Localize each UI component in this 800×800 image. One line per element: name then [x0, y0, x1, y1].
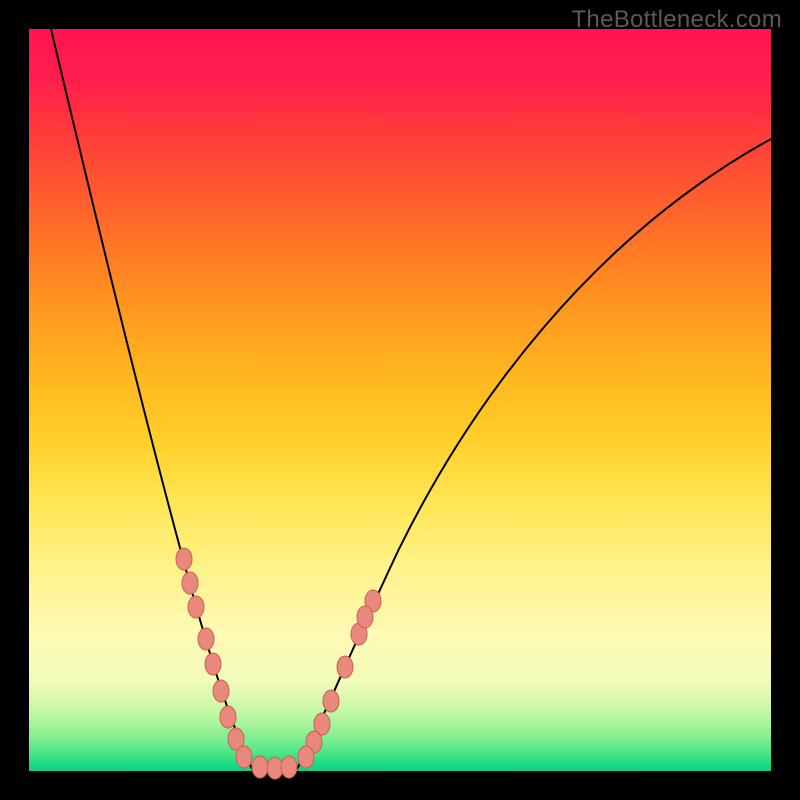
marker-left — [198, 628, 214, 650]
marker-right — [337, 656, 353, 678]
marker-left — [205, 653, 221, 675]
marker-left — [220, 706, 236, 728]
marker-left — [213, 680, 229, 702]
marker-right — [323, 690, 339, 712]
marker-left — [176, 548, 192, 570]
curve-left-branch — [51, 29, 252, 769]
marker-left — [236, 746, 252, 768]
marker-group — [176, 548, 381, 779]
marker-left — [182, 572, 198, 594]
marker-right — [357, 606, 373, 628]
marker-bottom — [281, 756, 297, 778]
plot-area — [29, 29, 771, 771]
curve-right-branch — [297, 139, 771, 769]
chart-svg — [29, 29, 771, 771]
marker-left — [188, 596, 204, 618]
marker-bottom — [252, 756, 268, 778]
marker-right — [298, 746, 314, 768]
